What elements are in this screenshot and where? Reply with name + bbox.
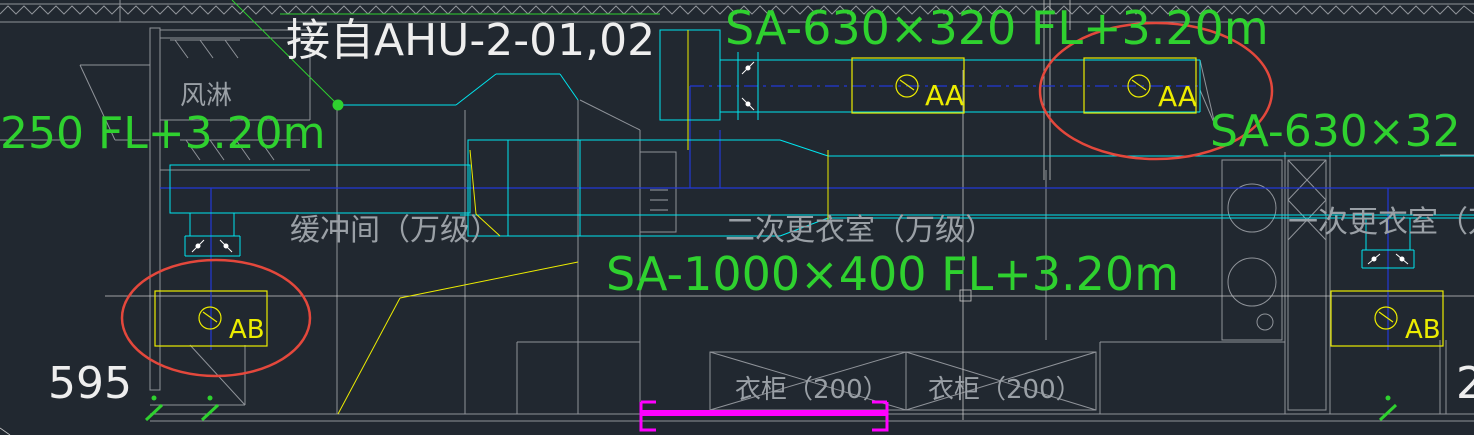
room-cabinet-2: 衣柜（200） <box>928 375 1082 405</box>
duct-label-left: 250 FL+3.20m <box>0 108 326 159</box>
terminal-code: AB <box>229 315 265 345</box>
source-label: 接自AHU-2-01,02 <box>286 15 655 66</box>
terminal-code: AA <box>1158 80 1197 113</box>
dimension-left: 595 <box>48 358 132 409</box>
duct-label-top: SA-630×320 FL+3.20m <box>725 1 1269 55</box>
terminal-code: AB <box>1405 315 1441 345</box>
room-change-2: 二次更衣室（万级） <box>725 213 995 248</box>
terminal-code: AA <box>925 79 964 112</box>
room-buffer: 缓冲间（万级） <box>290 213 500 248</box>
dimension-right: 2 <box>1456 358 1474 409</box>
room-air-shower: 风淋 <box>180 81 232 111</box>
room-change-1: 一次更衣室（万级） <box>1288 205 1474 240</box>
room-cabinet-1: 衣柜（200） <box>735 375 889 405</box>
duct-label-right: SA-630×32 <box>1210 106 1461 157</box>
duct-label-main: SA-1000×400 FL+3.20m <box>606 247 1179 301</box>
cad-drawing: AA AA AB AB 风淋 缓冲间（万级） 二次更衣室（万级） 一次更衣室（万… <box>0 0 1474 435</box>
